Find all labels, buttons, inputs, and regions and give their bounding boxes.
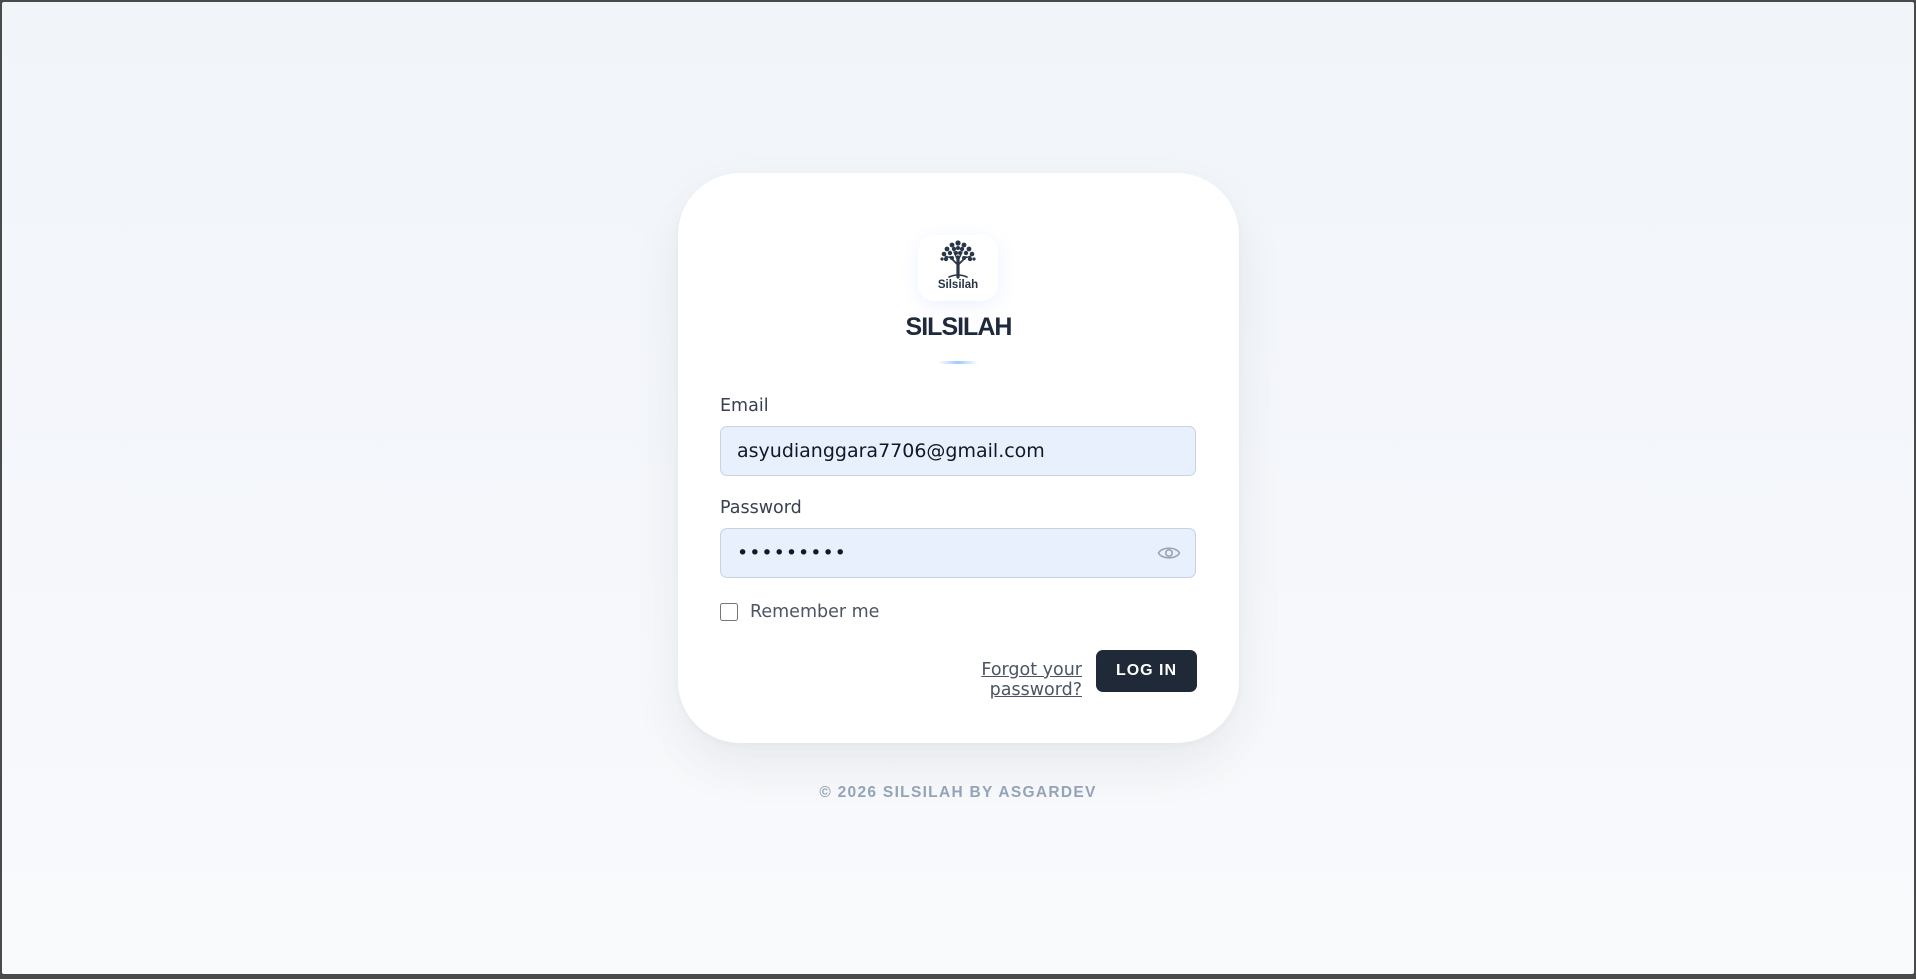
page-background: Silsilah SILSILAH Email Password Remembe…: [2, 2, 1914, 974]
eye-icon[interactable]: [1157, 544, 1181, 562]
login-button[interactable]: LOG IN: [1096, 650, 1197, 692]
tree-icon: [940, 240, 976, 279]
title-underline: [938, 361, 978, 364]
login-card: Silsilah SILSILAH Email Password Remembe…: [678, 173, 1239, 743]
email-field[interactable]: [720, 426, 1196, 476]
remember-me-label: Remember me: [750, 602, 880, 622]
footer-copyright: © 2026 SILSILAH BY ASGARDEV: [819, 784, 1097, 801]
forgot-password-link[interactable]: Forgot your password?: [891, 660, 1082, 700]
password-field[interactable]: [720, 528, 1196, 578]
password-label: Password: [720, 498, 802, 518]
remember-me: Remember me: [720, 602, 879, 622]
logo: Silsilah: [918, 235, 998, 301]
remember-me-checkbox[interactable]: [720, 603, 738, 621]
email-label: Email: [720, 396, 769, 416]
app-title: SILSILAH: [905, 313, 1013, 341]
logo-text: Silsilah: [937, 279, 979, 291]
